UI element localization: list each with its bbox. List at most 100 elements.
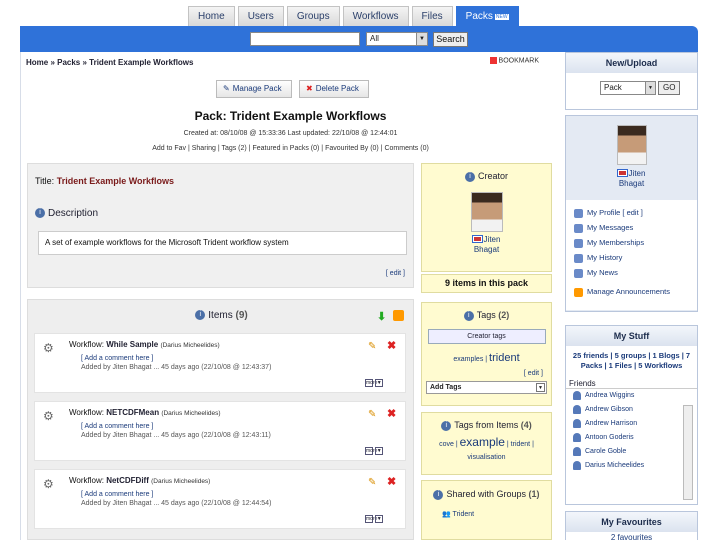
friends-scrollbar[interactable] (683, 405, 693, 500)
item-type: Workflow: (69, 408, 104, 417)
link-label: My Memberships (587, 238, 645, 247)
bookmark-button[interactable]: BOOKMARK (489, 57, 539, 64)
info-icon: i (464, 171, 475, 182)
item-name: NetCDFDiff (106, 476, 149, 485)
tag-link[interactable]: trident (511, 441, 530, 448)
manage-announcements-link[interactable]: Manage Announcements (574, 284, 697, 299)
download-icon[interactable]: ⬇ (377, 310, 386, 323)
tag-link[interactable]: trident (489, 352, 520, 364)
friend-name: Andrea Wiggins (585, 392, 635, 399)
edit-link[interactable]: [ edit ] (524, 370, 543, 377)
my-profile-link[interactable]: My Profile [ edit ] (574, 205, 697, 220)
tag-link[interactable]: example (460, 435, 505, 449)
item-type: Workflow: (69, 476, 104, 485)
search-category-select[interactable]: All ▼ (366, 32, 428, 46)
more-toggle[interactable]: more ▼ (365, 378, 384, 387)
user-icon (573, 460, 581, 470)
delete-pack-button[interactable]: ✖ Delete Pack (299, 80, 369, 98)
friend-name: Andrew Gibson (585, 406, 633, 413)
remove-icon[interactable]: ✖ (387, 407, 396, 420)
add-comment-link[interactable]: [ Add a comment here ] (81, 491, 153, 498)
creator-name[interactable]: Jiten Bhagat (422, 234, 551, 255)
favourites-count[interactable]: 2 favourites (566, 532, 697, 540)
edit-tags-link[interactable]: [ edit ] (422, 370, 543, 377)
user-icon (573, 390, 581, 400)
my-stuff-summary[interactable]: 25 friends | 5 groups | 1 Blogs | 7 Pack… (566, 346, 697, 376)
more-label: more (365, 446, 378, 455)
add-tags-field[interactable]: ▼ Add Tags (426, 380, 547, 394)
rss-icon[interactable] (393, 310, 404, 321)
friend-link[interactable]: Carole Goble (566, 445, 697, 459)
avatar[interactable] (616, 125, 647, 165)
my-news-link[interactable]: My News (574, 265, 697, 280)
tab-home[interactable]: Home (188, 6, 235, 26)
link-label: My Messages (587, 223, 634, 232)
go-button[interactable]: GO (658, 81, 681, 95)
tab-groups[interactable]: Groups (286, 6, 340, 26)
title-label: Title: (35, 176, 55, 186)
tag-cloud: cove | example | trident | visualisation (439, 434, 534, 461)
info-icon: i (441, 420, 452, 431)
add-comment-link[interactable]: [ Add a comment here ] (81, 423, 153, 430)
tags-from-items-panel: i Tags from Items (4) cove | example | tr… (421, 412, 552, 475)
my-history-link[interactable]: My History (574, 250, 697, 265)
friend-link[interactable]: Darius Micheelides (566, 459, 697, 473)
my-messages-link[interactable]: My Messages (574, 220, 697, 235)
shared-count: (1) (528, 489, 540, 499)
friend-link[interactable]: Andrew Gibson (566, 403, 697, 417)
tab-users[interactable]: Users (237, 6, 284, 26)
group-link[interactable]: 👥 Trident (442, 510, 551, 518)
item-title[interactable]: Workflow: While Sample (Darius Micheelid… (69, 340, 220, 349)
bookmark-icon (489, 57, 497, 64)
edit-link[interactable]: [ edit ] (386, 270, 405, 277)
edit-icon[interactable]: ✎ (368, 477, 376, 488)
flag-icon (471, 234, 483, 243)
item-added-info: Added by Jiten Bhagat ... 45 days ago (2… (81, 432, 271, 439)
friend-link[interactable]: Antoon Goderis (566, 431, 697, 445)
expand-icon: ▼ (375, 378, 384, 387)
user-icon (573, 418, 581, 428)
tab-workflows[interactable]: Workflows (342, 6, 409, 26)
tag-link[interactable]: examples (453, 356, 483, 363)
profile-name[interactable]: Jiten Bhagat (566, 169, 697, 189)
search-button[interactable]: Search (433, 32, 468, 47)
list-item: ⚙ Workflow: NETCDFMean (Darius Micheelid… (34, 401, 406, 461)
item-title[interactable]: Workflow: NetCDFDiff (Darius Micheelides… (69, 476, 210, 485)
add-comment-link[interactable]: [ Add a comment here ] (81, 355, 153, 362)
avatar[interactable] (470, 191, 503, 232)
item-title[interactable]: Workflow: NETCDFMean (Darius Micheelides… (69, 408, 221, 417)
manage-pack-button[interactable]: ✎ Manage Pack (216, 80, 292, 98)
item-added-info: Added by Jiten Bhagat ... 45 days ago (2… (81, 364, 272, 371)
remove-icon[interactable]: ✖ (387, 475, 396, 488)
remove-icon[interactable]: ✖ (387, 339, 396, 352)
tag-link[interactable]: visualisation (467, 454, 505, 461)
workflow-gear-icon: ⚙ (43, 477, 54, 491)
chevron-down-icon: ▼ (645, 82, 655, 94)
tag-link[interactable]: cove (439, 441, 454, 448)
new-upload-box: New/Upload ▼ Pack GO (565, 52, 698, 110)
creator-tags-toggle[interactable]: Creator tags (427, 328, 546, 344)
my-favourites-heading: My Favourites (566, 512, 697, 532)
pack-actions[interactable]: Add to Fav | Sharing | Tags (2) | Featur… (21, 145, 560, 152)
edit-icon[interactable]: ✎ (368, 341, 376, 352)
edit-description-link[interactable]: [ edit ] (386, 270, 405, 277)
friend-link[interactable]: Andrea Wiggins (566, 389, 697, 403)
profile-first-name: Jiten (628, 169, 646, 178)
upload-type-select[interactable]: ▼ Pack (600, 81, 656, 95)
user-icon (573, 404, 581, 414)
more-toggle[interactable]: more ▼ (365, 514, 384, 523)
tab-packs[interactable]: Packs NEW (455, 6, 519, 26)
my-stuff-box: My Stuff 25 friends | 5 groups | 1 Blogs… (565, 325, 698, 505)
new-badge: NEW (494, 14, 509, 20)
search-input[interactable] (250, 32, 360, 46)
edit-icon[interactable]: ✎ (368, 409, 376, 420)
my-memberships-link[interactable]: My Memberships (574, 235, 697, 250)
delete-pack-label: Delete Pack (315, 84, 359, 93)
group-name: Trident (452, 510, 475, 518)
link-label: My History (587, 253, 623, 262)
edit-icon: ✎ (223, 84, 230, 93)
tab-files[interactable]: Files (411, 6, 453, 26)
tab-packs-label: Packs (465, 11, 493, 22)
friend-link[interactable]: Andrew Harrison (566, 417, 697, 431)
more-toggle[interactable]: more ▼ (365, 446, 384, 455)
